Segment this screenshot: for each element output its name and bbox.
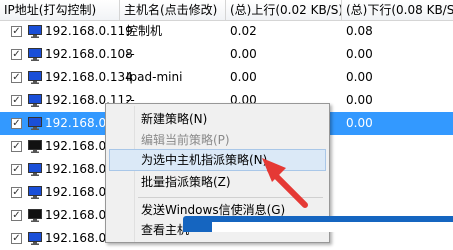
monitor-icon [28,232,42,245]
red-arrow-icon [262,158,308,208]
row-checkbox[interactable]: ✓ [11,233,22,244]
